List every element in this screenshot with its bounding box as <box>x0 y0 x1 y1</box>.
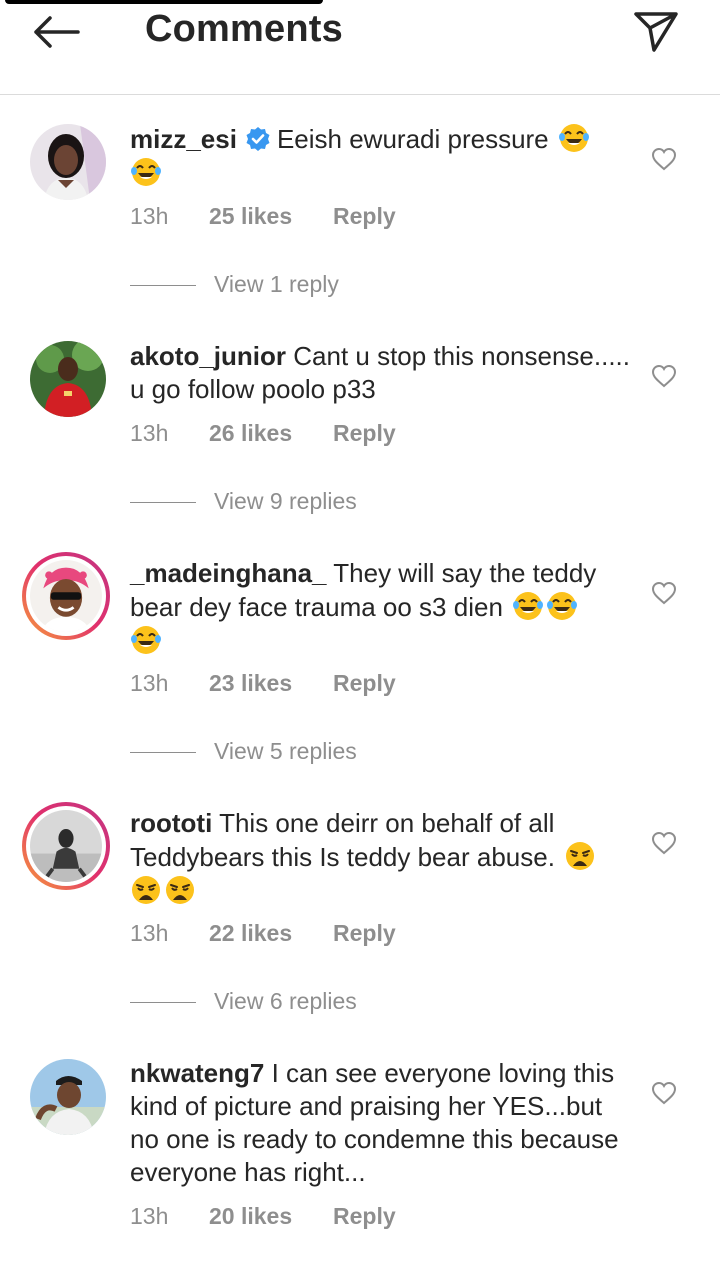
face-with-tears-of-joy-icon <box>558 124 589 152</box>
view-replies-label: View 6 replies <box>214 988 357 1014</box>
reply-button[interactable]: Reply <box>333 1203 396 1230</box>
divider-line <box>130 502 196 503</box>
comment-time: 13h <box>130 670 169 696</box>
comment-likes[interactable]: 23 likes <box>209 670 292 697</box>
share-button[interactable] <box>632 8 680 54</box>
divider-line <box>130 752 196 753</box>
paper-plane-icon <box>634 12 678 52</box>
avatar[interactable] <box>30 1059 106 1135</box>
comment-text: Eeish ewuradi pressure <box>276 124 549 154</box>
top-bar: Comments <box>0 0 720 95</box>
weary-face-icon <box>566 842 595 870</box>
status-bar-notch <box>5 0 323 4</box>
like-heart-icon[interactable] <box>651 1081 677 1105</box>
view-replies-label: View 1 reply <box>214 271 339 297</box>
view-replies-label: View 9 replies <box>214 488 357 514</box>
comment-time: 13h <box>130 203 169 229</box>
face-with-tears-of-joy-icon <box>547 592 578 620</box>
comment-username[interactable]: _madeinghana_ <box>130 558 327 588</box>
arrow-left-icon <box>34 16 80 48</box>
avatar[interactable] <box>30 124 106 200</box>
comment-username[interactable]: akoto_junior <box>130 341 286 371</box>
comment-username[interactable]: nkwateng7 <box>130 1058 264 1088</box>
page-title: Comments <box>145 8 343 50</box>
like-heart-icon[interactable] <box>651 364 677 388</box>
like-heart-icon[interactable] <box>651 831 677 855</box>
avatar-with-story-ring[interactable] <box>22 552 110 640</box>
reply-button[interactable]: Reply <box>333 203 396 230</box>
back-button[interactable] <box>30 12 82 52</box>
face-with-tears-of-joy-icon <box>131 626 161 654</box>
reply-button[interactable]: Reply <box>333 920 396 947</box>
comment-likes[interactable]: 25 likes <box>209 203 292 230</box>
verified-badge-icon <box>246 127 270 151</box>
comment-time: 13h <box>130 420 169 446</box>
comment-username[interactable]: roototi <box>130 808 212 838</box>
comment-username[interactable]: mizz_esi <box>130 124 237 154</box>
comment-likes[interactable]: 20 likes <box>209 1203 292 1230</box>
like-heart-icon[interactable] <box>651 147 677 171</box>
face-with-tears-of-joy-icon <box>513 592 544 620</box>
reply-button[interactable]: Reply <box>333 670 396 697</box>
comment-likes[interactable]: 26 likes <box>209 420 292 447</box>
comment-time: 13h <box>130 920 169 946</box>
comment-time: 13h <box>130 1203 169 1229</box>
view-replies-label: View 5 replies <box>214 738 357 764</box>
avatar-with-story-ring[interactable] <box>22 802 110 890</box>
like-heart-icon[interactable] <box>651 581 677 605</box>
reply-button[interactable]: Reply <box>333 420 396 447</box>
weary-face-icon <box>166 876 194 904</box>
divider-line <box>130 285 196 286</box>
divider-line <box>130 1002 196 1003</box>
avatar[interactable] <box>30 341 106 417</box>
comment-likes[interactable]: 22 likes <box>209 920 292 947</box>
weary-face-icon <box>132 876 160 904</box>
face-with-tears-of-joy-icon <box>131 158 161 186</box>
